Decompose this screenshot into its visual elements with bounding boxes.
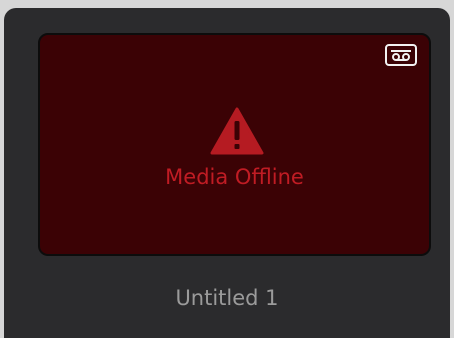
clip-thumbnail[interactable]: Media Offline	[38, 33, 431, 256]
clip-name-label[interactable]: Untitled 1	[4, 286, 450, 310]
warning-triangle-icon	[210, 107, 264, 155]
tape-icon	[385, 44, 417, 66]
media-offline-label: Media Offline	[165, 165, 304, 189]
media-pool-clip-card[interactable]: Media Offline Untitled 1	[4, 8, 450, 338]
